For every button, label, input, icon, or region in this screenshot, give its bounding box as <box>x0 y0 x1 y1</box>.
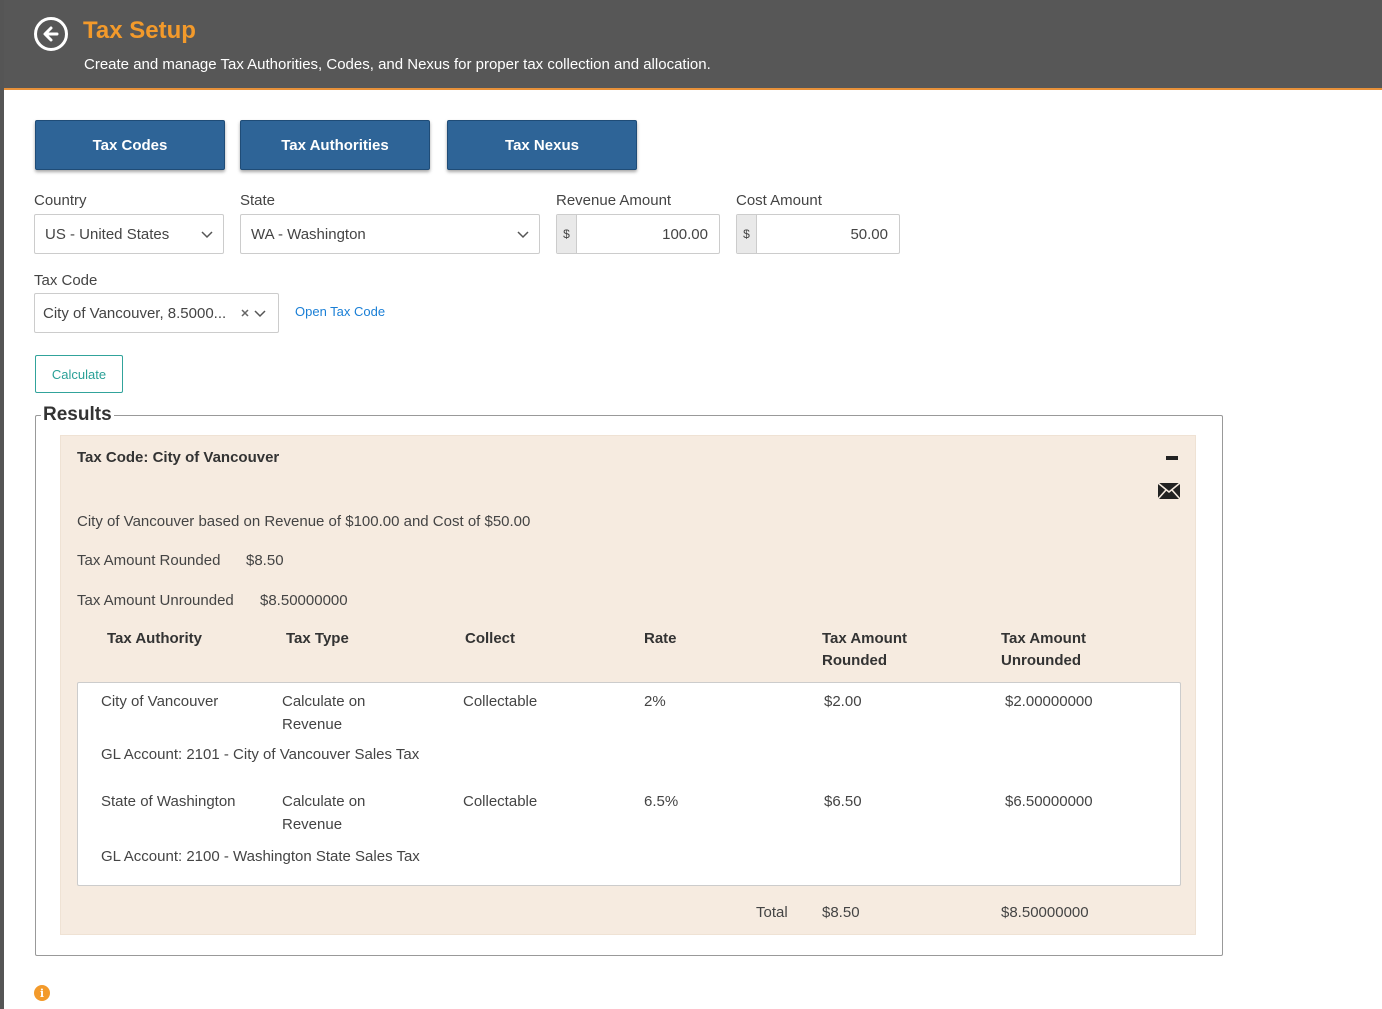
column-header-rate: Rate <box>644 630 677 647</box>
row-tax-authority: State of Washington <box>101 793 236 810</box>
page-title: Tax Setup <box>83 17 196 44</box>
row-gl-account: GL Account: 2101 - City of Vancouver Sal… <box>101 746 420 763</box>
tax-nexus-button[interactable]: Tax Nexus <box>447 120 637 170</box>
column-header-tax-amount-rounded: Tax Amount Rounded <box>822 630 907 669</box>
row-tax-type: Calculate on Revenue <box>282 793 366 833</box>
page-subtitle: Create and manage Tax Authorities, Codes… <box>84 56 711 73</box>
result-summary: City of Vancouver based on Revenue of $1… <box>77 513 531 530</box>
row-collect: Collectable <box>463 693 538 710</box>
minimize-icon[interactable] <box>1166 456 1178 460</box>
country-label: Country <box>34 192 87 209</box>
country-value: US - United States <box>45 225 170 243</box>
tax-code-label: Tax Code <box>34 272 98 289</box>
back-button[interactable] <box>34 17 68 51</box>
row-tax-amount-rounded: $2.00 <box>824 693 862 710</box>
column-header-tax-type: Tax Type <box>286 630 349 647</box>
row-tax-amount-rounded: $6.50 <box>824 793 862 810</box>
total-unrounded: $8.50000000 <box>1001 904 1089 921</box>
open-tax-code-link[interactable]: Open Tax Code <box>295 304 385 319</box>
chevron-down-icon <box>254 310 266 318</box>
cost-amount-value[interactable]: 50.00 <box>757 226 899 243</box>
page-header: Tax Setup Create and manage Tax Authorit… <box>4 0 1382 90</box>
column-header-collect: Collect <box>465 630 516 647</box>
revenue-amount-field[interactable]: $ 100.00 <box>556 214 720 254</box>
tax-codes-button[interactable]: Tax Codes <box>35 120 225 170</box>
state-label: State <box>240 192 276 209</box>
row-collect: Collectable <box>463 793 538 810</box>
cost-amount-field[interactable]: $ 50.00 <box>736 214 900 254</box>
row-rate: 6.5% <box>644 793 679 810</box>
tax-amount-rounded-value: $8.50 <box>246 552 284 569</box>
revenue-amount-value[interactable]: 100.00 <box>577 226 719 243</box>
tax-code-select[interactable]: City of Vancouver, 8.5000... <box>34 293 279 333</box>
row-tax-amount-unrounded: $6.50000000 <box>1005 793 1093 810</box>
tax-amount-rounded-label: Tax Amount Rounded <box>77 552 221 569</box>
email-icon[interactable] <box>1157 481 1181 501</box>
total-label: Total <box>756 904 788 921</box>
result-tax-code-title: Tax Code: City of Vancouver <box>77 449 280 466</box>
info-icon[interactable]: i <box>34 985 50 1001</box>
currency-addon: $ <box>737 215 757 253</box>
tax-amount-unrounded-value: $8.50000000 <box>260 592 348 609</box>
row-gl-account: GL Account: 2100 - Washington State Sale… <box>101 848 420 865</box>
country-select[interactable]: US - United States <box>34 214 224 254</box>
state-value: WA - Washington <box>251 225 366 243</box>
chevron-down-icon <box>201 231 213 239</box>
chevron-down-icon <box>517 231 529 239</box>
state-select[interactable]: WA - Washington <box>240 214 540 254</box>
cost-amount-label: Cost Amount <box>736 192 822 209</box>
row-tax-type: Calculate on Revenue <box>282 693 366 733</box>
column-header-tax-authority: Tax Authority <box>107 630 203 647</box>
tax-amount-unrounded-label: Tax Amount Unrounded <box>77 592 234 609</box>
tax-code-value: City of Vancouver, 8.5000... <box>43 304 227 322</box>
currency-addon: $ <box>557 215 577 253</box>
column-header-tax-amount-unrounded: Tax Amount Unrounded <box>1001 630 1086 669</box>
row-tax-authority: City of Vancouver <box>101 693 219 710</box>
arrow-left-icon <box>43 26 59 42</box>
calculate-button[interactable]: Calculate <box>35 355 123 393</box>
clear-icon[interactable] <box>240 308 250 318</box>
total-rounded: $8.50 <box>822 904 860 921</box>
revenue-amount-label: Revenue Amount <box>556 192 672 209</box>
row-rate: 2% <box>644 693 666 710</box>
tax-authorities-button[interactable]: Tax Authorities <box>240 120 430 170</box>
results-legend: Results <box>41 404 114 426</box>
row-tax-amount-unrounded: $2.00000000 <box>1005 693 1093 710</box>
